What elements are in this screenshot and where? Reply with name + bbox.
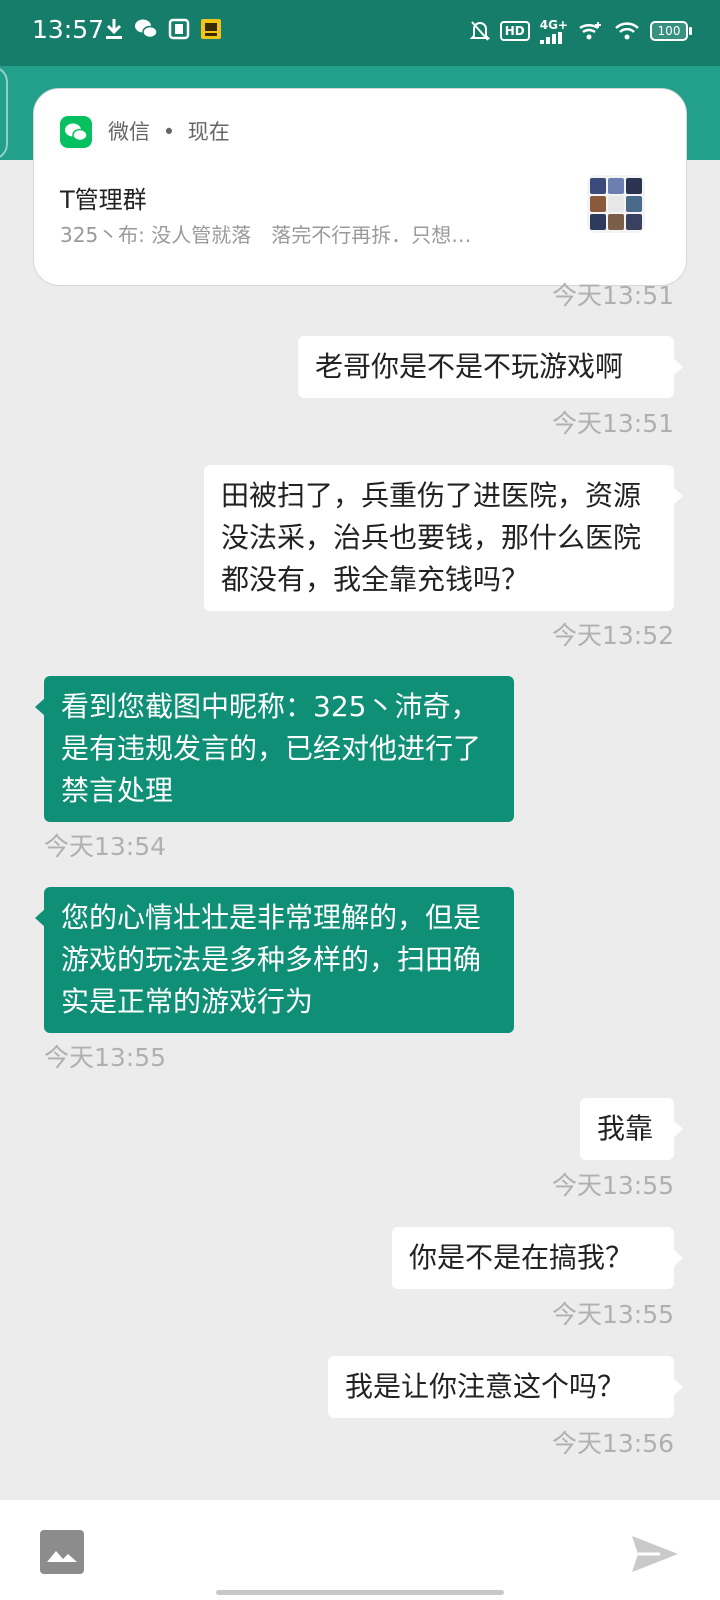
- group-avatar: [587, 175, 645, 233]
- message-bubble-outgoing[interactable]: 田被扫了，兵重伤了进医院，资源没法采，治兵也要钱，那什么医院都没有，我全靠充钱吗…: [204, 465, 683, 611]
- message-timestamp: 今天13:54: [44, 832, 167, 861]
- bell-off-icon: [469, 21, 490, 41]
- status-bar: 13:57 HD 4G+ 100: [0, 0, 720, 66]
- notification-title: T管理群: [60, 186, 147, 214]
- message-bubble-outgoing[interactable]: 我是让你注意这个吗？: [328, 1356, 683, 1418]
- notification-body: 325丶布: 没人管就落 落完不行再拆．只想…: [60, 223, 472, 247]
- notification-app-name: 微信: [108, 120, 150, 144]
- status-right-icons: HD 4G+ 100: [469, 18, 692, 44]
- notification-separator: •: [162, 120, 176, 144]
- network-type-label: 4G+: [539, 18, 568, 32]
- send-icon[interactable]: [630, 1532, 680, 1576]
- header-back-edge[interactable]: [0, 66, 8, 160]
- message-bubble-outgoing[interactable]: 你是不是在搞我？: [392, 1227, 683, 1289]
- status-time: 13:57: [32, 15, 105, 44]
- battery-level: 100: [650, 21, 688, 41]
- signal-plus-icon: [579, 22, 601, 40]
- app-badge-icon: [201, 19, 221, 39]
- hd-icon: HD: [499, 21, 530, 41]
- message-bubble-incoming[interactable]: 您的心情壮壮是非常理解的，但是游戏的玩法是多种多样的，扫田确实是正常的游戏行为: [35, 887, 514, 1033]
- input-bar: [0, 1500, 720, 1600]
- wechat-notification[interactable]: 微信 • 现在 T管理群 325丶布: 没人管就落 落完不行再拆．只想…: [33, 88, 687, 286]
- message-timestamp: 今天13:51: [551, 409, 674, 438]
- message-timestamp: 今天13:55: [44, 1043, 167, 1072]
- message-bubble-outgoing[interactable]: 老哥你是不是不玩游戏啊: [298, 336, 683, 398]
- message-input[interactable]: [108, 1528, 592, 1576]
- app-icon: [168, 18, 190, 40]
- battery-icon: 100: [650, 21, 692, 41]
- notification-time: 现在: [187, 120, 230, 144]
- wechat-icon: [135, 19, 158, 39]
- message-timestamp: 今天13:51: [551, 281, 674, 310]
- image-button[interactable]: [40, 1530, 84, 1574]
- wechat-icon: [60, 116, 92, 148]
- notification-app-meta: 微信 • 现在: [108, 117, 230, 147]
- home-indicator[interactable]: [216, 1590, 504, 1595]
- message-timestamp: 今天13:55: [551, 1300, 674, 1329]
- message-timestamp: 今天13:55: [551, 1171, 674, 1200]
- signal-icon: 4G+: [539, 18, 568, 44]
- message-timestamp: 今天13:56: [551, 1429, 674, 1458]
- message-bubble-outgoing[interactable]: 我靠: [580, 1098, 683, 1160]
- wifi-icon: [615, 22, 639, 40]
- download-icon: [106, 19, 122, 39]
- status-left-icons: [104, 18, 222, 40]
- image-icon: [47, 1551, 77, 1562]
- message-timestamp: 今天13:52: [551, 621, 674, 650]
- message-bubble-incoming[interactable]: 看到您截图中昵称：325丶沛奇，是有违规发言的，已经对他进行了禁言处理: [35, 676, 514, 822]
